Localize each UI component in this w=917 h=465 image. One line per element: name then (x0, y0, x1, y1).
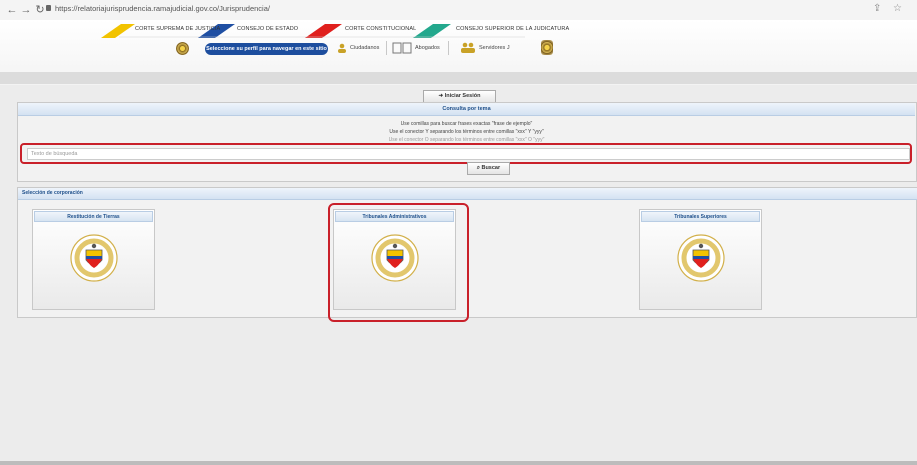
band-corte-suprema (101, 24, 135, 38)
back-arrow-icon[interactable]: ← (5, 3, 19, 17)
servants-icon[interactable] (460, 42, 476, 53)
profile-abogados[interactable]: Abogados (415, 45, 440, 51)
coat-of-arms-icon (541, 40, 553, 55)
divider (448, 41, 449, 55)
corporation-panel-title: Selección de corporación (18, 188, 917, 200)
card-highlight-box (328, 203, 469, 322)
login-label: Iniciar Sesión (444, 93, 481, 99)
search-hint-1: Use comillas para buscar frases exactas … (400, 121, 533, 127)
band-consejo-superior (413, 24, 451, 38)
court-link-judicatura[interactable]: CONSEJO SUPERIOR DE LA JUDICATURA (456, 26, 569, 32)
card-title: Tribunales Superiores (641, 211, 760, 222)
header-divider-band (0, 72, 917, 84)
corporation-card-superiores[interactable]: Tribunales Superiores (639, 209, 762, 310)
browser-toolbar: ← → ↻ https://relatoriajurisprudencia.ra… (0, 0, 917, 21)
colombia-seal-icon (176, 42, 189, 55)
band-corte-constitucional (305, 24, 342, 38)
court-link-consejo-estado[interactable]: CONSEJO DE ESTADO (237, 26, 298, 32)
reload-icon[interactable]: ↻ (33, 3, 47, 17)
search-panel-title: Consulta por tema (18, 103, 915, 116)
card-title: Restitución de Tierras (34, 211, 153, 222)
search-highlight-box (20, 143, 912, 164)
profile-prompt: Seleccione su perfil para navegar en est… (205, 43, 328, 55)
forward-arrow-icon[interactable]: → (19, 3, 33, 17)
share-icon[interactable]: ⇪ (873, 3, 881, 14)
lock-icon (46, 5, 51, 11)
divider (386, 41, 387, 55)
star-icon[interactable]: ☆ (893, 3, 902, 14)
court-link-suprema[interactable]: CORTE SUPREMA DE JUSTICIA (135, 26, 220, 32)
corporation-card-restitucion[interactable]: Restitución de Tierras (32, 209, 155, 310)
citizens-icon[interactable] (336, 43, 348, 53)
rama-judicial-emblem-icon (677, 234, 725, 282)
search-button[interactable]: ⌕ Buscar (467, 162, 510, 175)
court-link-constitucional[interactable]: CORTE CONSTITUCIONAL (345, 26, 416, 32)
profile-servidores[interactable]: Servidores J (479, 45, 510, 51)
rama-judicial-emblem-icon (70, 234, 118, 282)
search-hint-2: Use el conector Y separando los términos… (389, 129, 544, 135)
search-button-label: Buscar (481, 165, 501, 171)
profile-ciudadanos[interactable]: Ciudadanos (350, 45, 379, 51)
horizontal-scrollbar[interactable] (0, 461, 917, 465)
address-bar[interactable]: https://relatoriajurisprudencia.ramajudi… (55, 4, 270, 13)
lawyers-icon[interactable] (392, 42, 412, 54)
